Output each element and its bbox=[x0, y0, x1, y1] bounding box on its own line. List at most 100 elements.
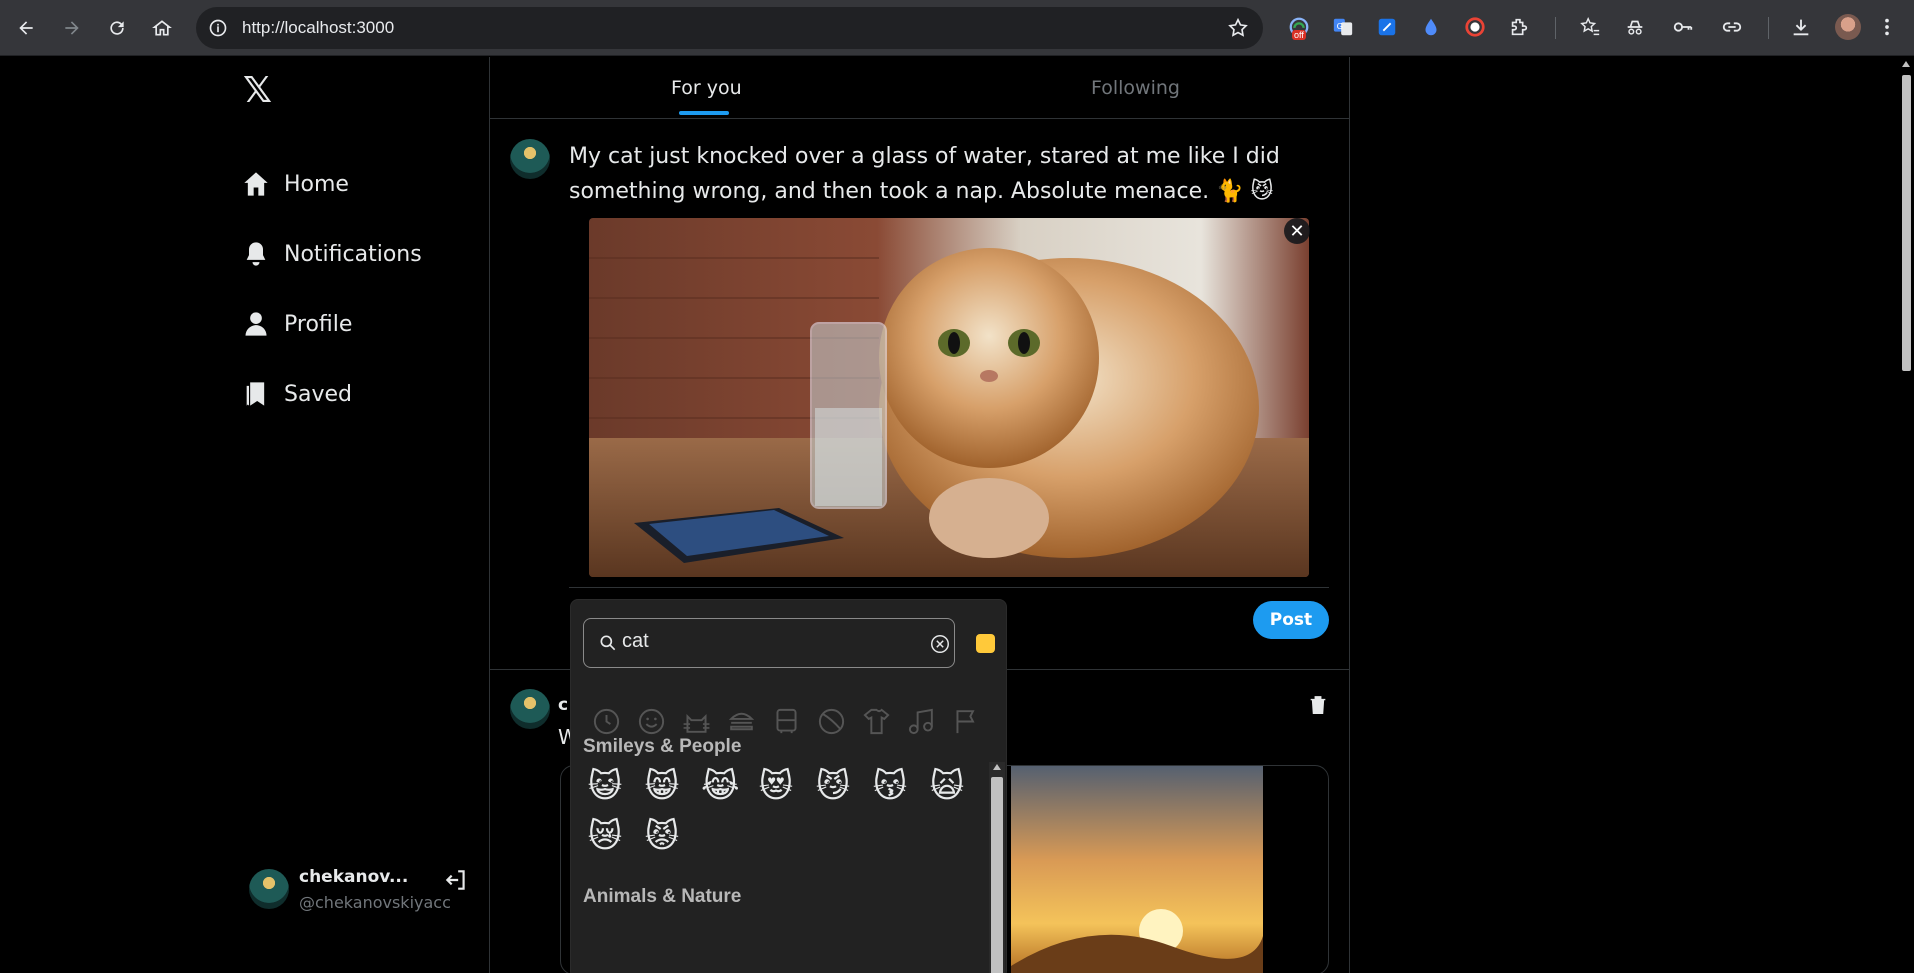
sidebar-item-label: Notifications bbox=[284, 241, 422, 267]
remove-image-button[interactable]: ✕ bbox=[1284, 218, 1310, 244]
arrow-left-icon bbox=[19, 21, 33, 35]
extension-off-badge: off bbox=[1292, 30, 1306, 40]
emoji-weary-cat[interactable]: 🙀 bbox=[929, 767, 965, 805]
tab-following[interactable]: Following bbox=[1091, 77, 1180, 99]
extension-drop-icon[interactable] bbox=[1418, 14, 1444, 40]
app-page: 𝕏 Home Notifications Profile Saved cheka… bbox=[0, 57, 1914, 973]
emoji-kissing-cat[interactable]: 😽 bbox=[872, 767, 908, 805]
toolbar-separator bbox=[1555, 17, 1556, 39]
left-column-border bbox=[489, 57, 490, 973]
notes-icon bbox=[1378, 18, 1396, 36]
flag-icon[interactable] bbox=[951, 706, 982, 737]
reload-icon bbox=[110, 21, 124, 35]
clear-search-icon[interactable] bbox=[929, 633, 951, 655]
composer-input[interactable]: My cat just knocked over a glass of wate… bbox=[569, 139, 1339, 209]
account-switcher[interactable]: chekanov... @chekanovskiyacc bbox=[249, 867, 479, 917]
info-icon[interactable] bbox=[208, 18, 228, 38]
attached-image bbox=[589, 218, 1309, 577]
emoji-section-title: Smileys & People bbox=[583, 736, 742, 757]
cat-icon[interactable] bbox=[681, 706, 712, 737]
spy-icon bbox=[1627, 20, 1643, 35]
ball-icon[interactable] bbox=[816, 706, 847, 737]
emoji-smiling-cat[interactable]: 😸 bbox=[644, 767, 680, 805]
svg-text:G: G bbox=[1337, 21, 1343, 31]
sidebar-item-label: Saved bbox=[284, 381, 352, 407]
emoji-search-value: cat bbox=[622, 630, 649, 652]
cat-photo bbox=[589, 218, 1309, 577]
x-logo[interactable]: 𝕏 bbox=[243, 70, 272, 111]
link-icon[interactable] bbox=[1719, 14, 1745, 40]
burger-icon[interactable] bbox=[726, 706, 757, 737]
browser-menu-icon[interactable] bbox=[1874, 14, 1900, 40]
emoji-crying-cat[interactable]: 😿 bbox=[587, 817, 623, 855]
shirt-icon[interactable] bbox=[861, 706, 892, 737]
forward-button[interactable] bbox=[56, 12, 88, 44]
emoji-grinning-cat[interactable]: 😺 bbox=[587, 767, 623, 805]
clock-icon[interactable] bbox=[591, 706, 622, 737]
sidebar-item-label: Profile bbox=[284, 311, 353, 337]
sidebar-item-profile[interactable]: Profile bbox=[242, 304, 352, 344]
emoji-wry-smile-cat[interactable]: 😼 bbox=[815, 767, 851, 805]
bookmark-icon bbox=[246, 382, 265, 406]
scrollbar-thumb[interactable] bbox=[991, 777, 1003, 973]
extension-color-icon[interactable] bbox=[1462, 14, 1488, 40]
home-outline-icon bbox=[152, 20, 172, 36]
skin-tone-selector[interactable] bbox=[976, 634, 995, 653]
account-name: chekanov... bbox=[299, 867, 409, 887]
emoji-search-input[interactable]: cat bbox=[583, 618, 955, 668]
browser-toolbar: http://localhost:3000 off G bbox=[0, 0, 1914, 56]
smiley-icon[interactable] bbox=[636, 706, 667, 737]
key-icon bbox=[1673, 22, 1693, 32]
emoji-section-title: Animals & Nature bbox=[583, 886, 742, 907]
bookmark-star-icon[interactable] bbox=[1227, 17, 1249, 39]
avatar bbox=[249, 869, 289, 909]
home-button[interactable] bbox=[146, 12, 178, 44]
star-list-icon bbox=[1580, 16, 1600, 36]
emoji-scrollbar[interactable] bbox=[989, 762, 1005, 973]
emoji-heart-eyes-cat[interactable]: 😻 bbox=[758, 767, 794, 805]
account-handle: @chekanovskiyacc bbox=[299, 893, 451, 912]
puzzle-icon bbox=[1511, 18, 1528, 36]
sidebar-item-home[interactable]: Home bbox=[242, 164, 349, 204]
download-icon bbox=[1793, 19, 1809, 36]
favorites-icon[interactable] bbox=[1577, 14, 1603, 40]
sidebar-item-notifications[interactable]: Notifications bbox=[242, 234, 422, 274]
emoji-category-bar bbox=[591, 706, 982, 737]
page-scrollbar[interactable] bbox=[1899, 57, 1914, 973]
extension-translate-icon[interactable]: G bbox=[1330, 14, 1356, 40]
url-text: http://localhost:3000 bbox=[242, 18, 395, 37]
reload-button[interactable] bbox=[101, 12, 133, 44]
password-key-icon[interactable] bbox=[1670, 14, 1696, 40]
post-button[interactable]: Post bbox=[1253, 601, 1329, 639]
kebab-icon bbox=[1885, 18, 1889, 36]
translate-icon: G bbox=[1333, 18, 1353, 36]
sidebar-item-saved[interactable]: Saved bbox=[242, 374, 352, 414]
profile-avatar[interactable] bbox=[1835, 14, 1861, 40]
extensions-menu-icon[interactable] bbox=[1506, 14, 1532, 40]
music-icon[interactable] bbox=[906, 706, 937, 737]
emoji-row: 😿 😾 bbox=[587, 817, 680, 855]
incognito-icon[interactable] bbox=[1622, 14, 1648, 40]
drop-icon bbox=[1425, 18, 1437, 36]
tab-for-you[interactable]: For you bbox=[671, 77, 742, 99]
tabs-divider bbox=[490, 118, 1349, 119]
sidebar-item-label: Home bbox=[284, 171, 349, 197]
back-button[interactable] bbox=[10, 12, 42, 44]
scroll-up-arrow[interactable] bbox=[1902, 61, 1910, 67]
toolbar-separator bbox=[1768, 17, 1769, 39]
composer-divider bbox=[569, 587, 1329, 588]
trash-icon[interactable] bbox=[1307, 693, 1329, 717]
active-tab-indicator bbox=[679, 111, 729, 115]
downloads-icon[interactable] bbox=[1788, 14, 1814, 40]
logout-icon[interactable] bbox=[443, 867, 469, 893]
avatar bbox=[510, 689, 550, 729]
bus-icon[interactable] bbox=[771, 706, 802, 737]
scroll-up-arrow[interactable] bbox=[993, 764, 1001, 770]
extension-notes-icon[interactable] bbox=[1374, 14, 1400, 40]
address-bar[interactable]: http://localhost:3000 bbox=[196, 7, 1263, 49]
emoji-cat-tears-of-joy[interactable]: 😹 bbox=[701, 767, 740, 805]
scrollbar-thumb[interactable] bbox=[1902, 75, 1911, 371]
post-author: c bbox=[558, 695, 569, 715]
emoji-pouting-cat[interactable]: 😾 bbox=[644, 817, 680, 855]
search-icon bbox=[600, 635, 616, 651]
